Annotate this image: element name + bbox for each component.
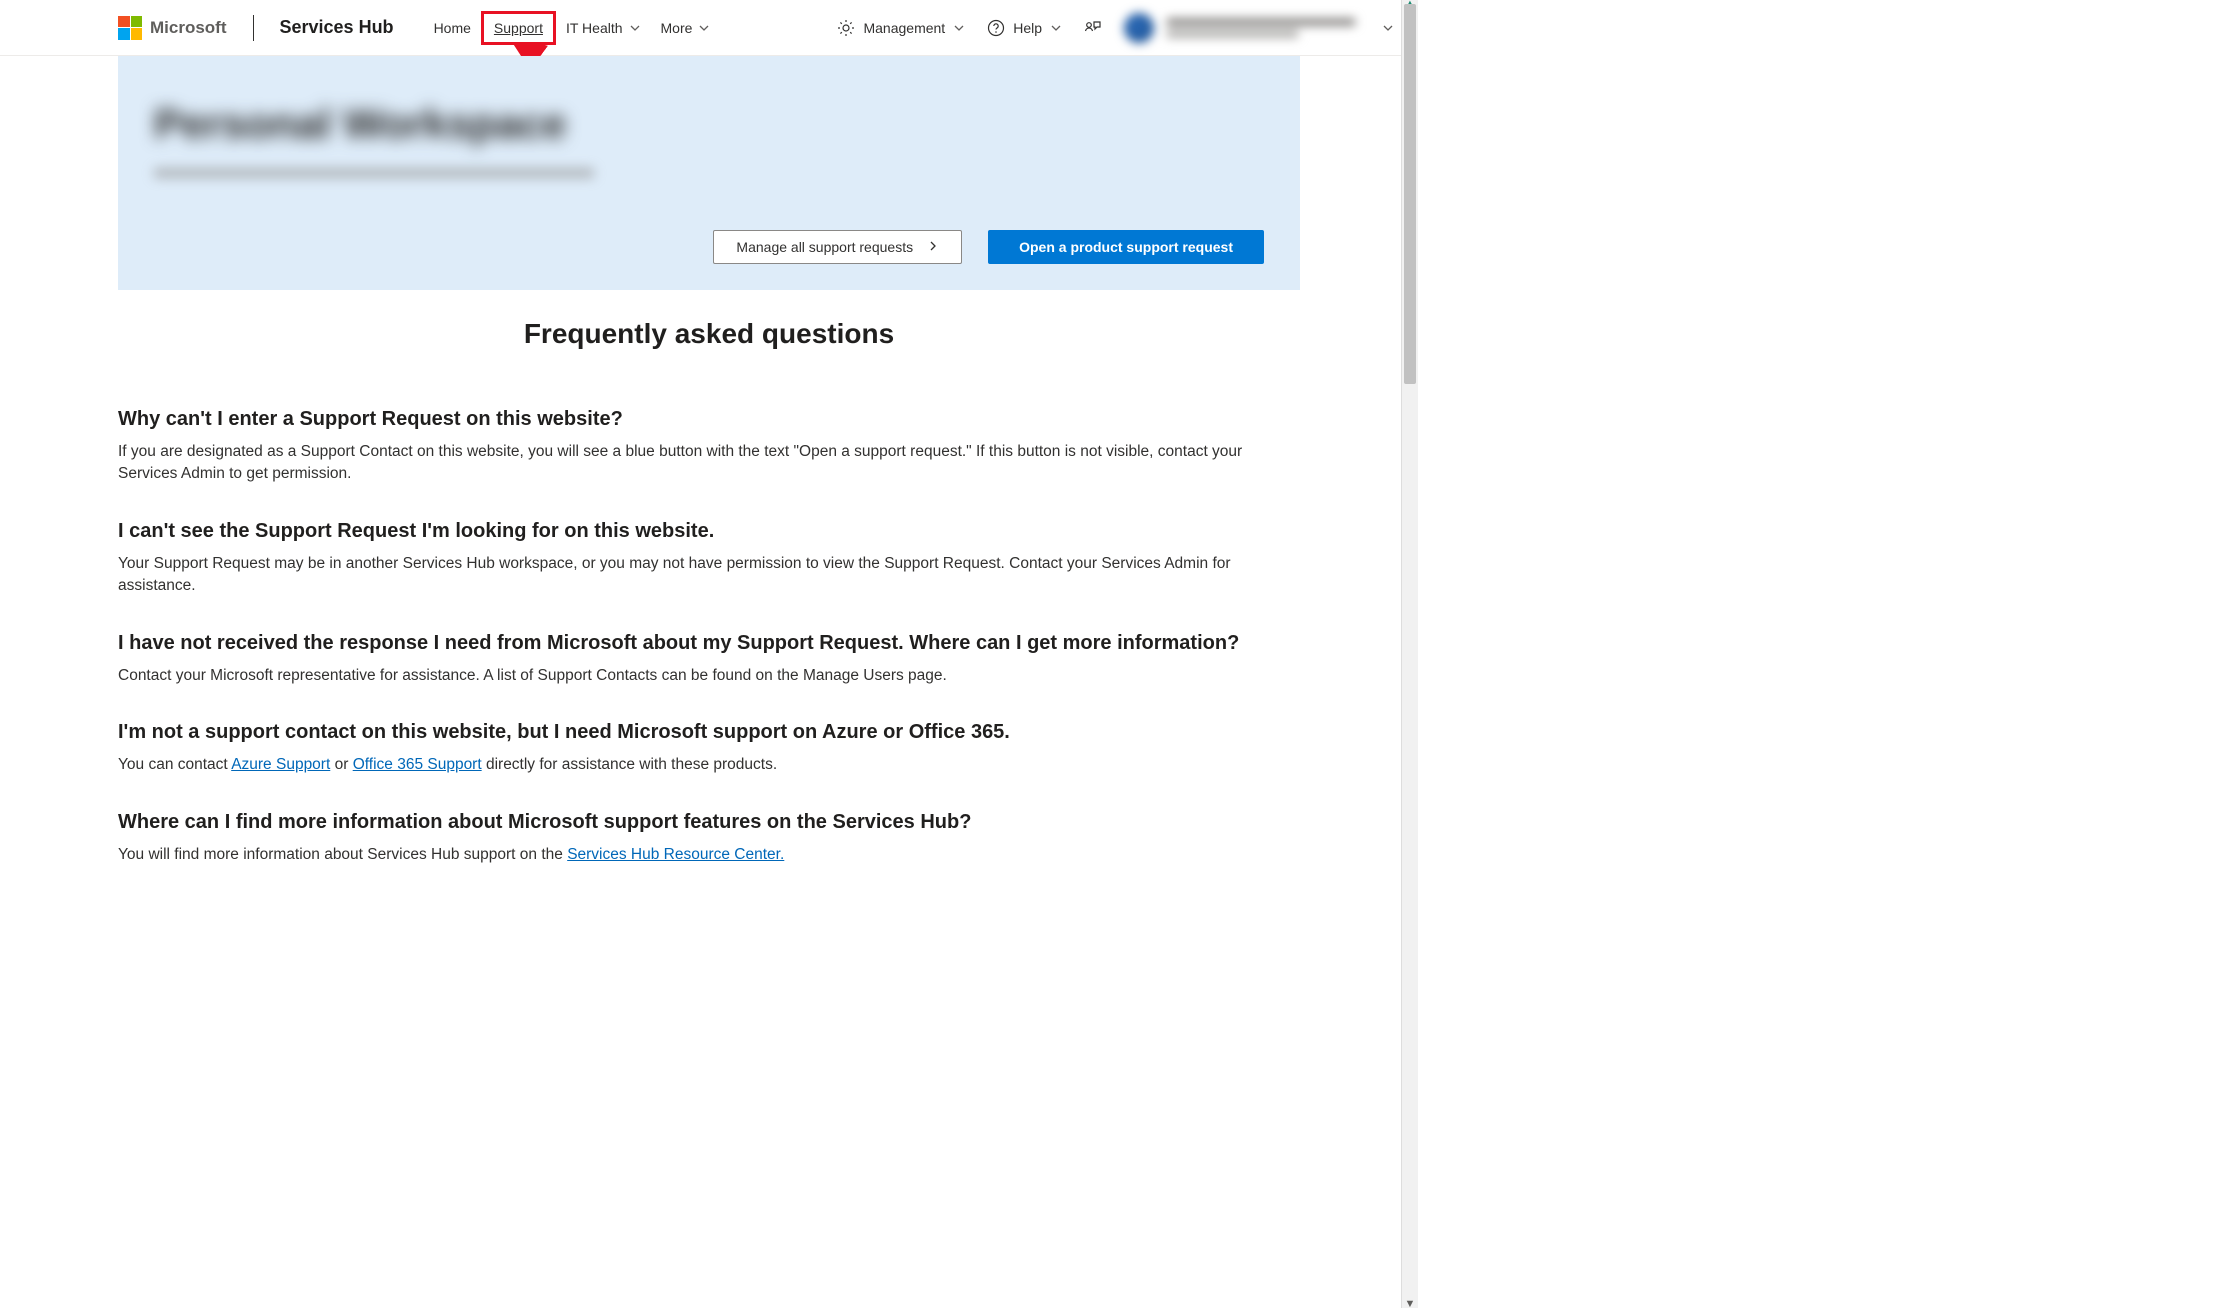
microsoft-logo-icon	[118, 16, 142, 40]
chevron-down-icon	[953, 22, 965, 34]
faq-answer-text: directly for assistance with these produ…	[482, 756, 778, 773]
user-info-redacted	[1166, 18, 1356, 38]
faq-answer: You can contact Azure Support or Office …	[118, 754, 1300, 776]
faq-answer: Contact your Microsoft representative fo…	[118, 665, 1300, 687]
microsoft-logo[interactable]: Microsoft	[118, 16, 227, 40]
nav-management-label: Management	[863, 20, 945, 36]
faq-answer-text: You can contact	[118, 756, 231, 773]
chevron-down-icon	[698, 22, 710, 34]
faq-item: I'm not a support contact on this websit…	[118, 721, 1300, 776]
faq-answer-text: You will find more information about Ser…	[118, 846, 567, 863]
nav-management[interactable]: Management	[837, 19, 965, 37]
nav-more[interactable]: More	[651, 11, 721, 45]
faq-item: I can't see the Support Request I'm look…	[118, 520, 1300, 598]
faq-heading: Frequently asked questions	[118, 318, 1300, 350]
azure-support-link[interactable]: Azure Support	[231, 756, 330, 773]
manage-requests-label: Manage all support requests	[736, 239, 913, 255]
faq-section: Frequently asked questions Why can't I e…	[118, 290, 1300, 940]
nav-it-health-label: IT Health	[566, 20, 623, 36]
avatar	[1124, 13, 1154, 43]
microsoft-logo-text: Microsoft	[150, 18, 227, 38]
faq-item: Where can I find more information about …	[118, 811, 1300, 866]
vertical-divider	[253, 15, 254, 41]
faq-answer: You will find more information about Ser…	[118, 844, 1300, 866]
feedback-icon[interactable]	[1084, 19, 1102, 37]
open-support-request-label: Open a product support request	[1019, 239, 1233, 255]
chevron-down-icon	[1050, 22, 1062, 34]
faq-question: Where can I find more information about …	[118, 811, 1300, 834]
faq-answer: If you are designated as a Support Conta…	[118, 441, 1300, 486]
hero-subtitle-blurred	[154, 162, 594, 184]
scrollbar-thumb[interactable]	[1404, 4, 1416, 384]
top-nav-bar: Microsoft Services Hub Home Support IT H…	[0, 0, 1418, 56]
faq-item: I have not received the response I need …	[118, 632, 1300, 687]
faq-question: I'm not a support contact on this websit…	[118, 721, 1300, 744]
manage-requests-button[interactable]: Manage all support requests	[713, 230, 962, 264]
faq-question: I can't see the Support Request I'm look…	[118, 520, 1300, 543]
product-title[interactable]: Services Hub	[280, 17, 394, 38]
chevron-right-icon	[927, 239, 939, 255]
faq-question: I have not received the response I need …	[118, 632, 1300, 655]
scroll-down-icon[interactable]: ▼	[1402, 1298, 1418, 1310]
gear-icon	[837, 19, 855, 37]
nav-help[interactable]: Help	[987, 19, 1062, 37]
faq-question: Why can't I enter a Support Request on t…	[118, 408, 1300, 431]
nav-home-label: Home	[434, 20, 471, 36]
resource-center-link[interactable]: Services Hub Resource Center.	[567, 846, 784, 863]
office365-support-link[interactable]: Office 365 Support	[353, 756, 482, 773]
help-icon	[987, 19, 1005, 37]
hero-title-blurred: Personal Workspace	[154, 100, 1264, 148]
nav-home[interactable]: Home	[424, 11, 481, 45]
nav-support-label: Support	[494, 20, 543, 36]
faq-answer-text: or	[330, 756, 352, 773]
hero-banner: Personal Workspace Manage all support re…	[118, 56, 1300, 290]
nav-help-label: Help	[1013, 20, 1042, 36]
nav-it-health[interactable]: IT Health	[556, 11, 651, 45]
scrollbar[interactable]: ▲ ▼	[1401, 0, 1418, 1308]
primary-nav: Home Support IT Health More	[424, 11, 721, 45]
faq-answer: Your Support Request may be in another S…	[118, 553, 1300, 598]
faq-item: Why can't I enter a Support Request on t…	[118, 408, 1300, 486]
nav-more-label: More	[661, 20, 693, 36]
user-menu[interactable]	[1124, 13, 1356, 43]
chevron-down-icon	[629, 22, 641, 34]
chevron-down-icon[interactable]	[1382, 22, 1394, 34]
open-support-request-button[interactable]: Open a product support request	[988, 230, 1264, 264]
nav-support[interactable]: Support	[481, 11, 556, 45]
